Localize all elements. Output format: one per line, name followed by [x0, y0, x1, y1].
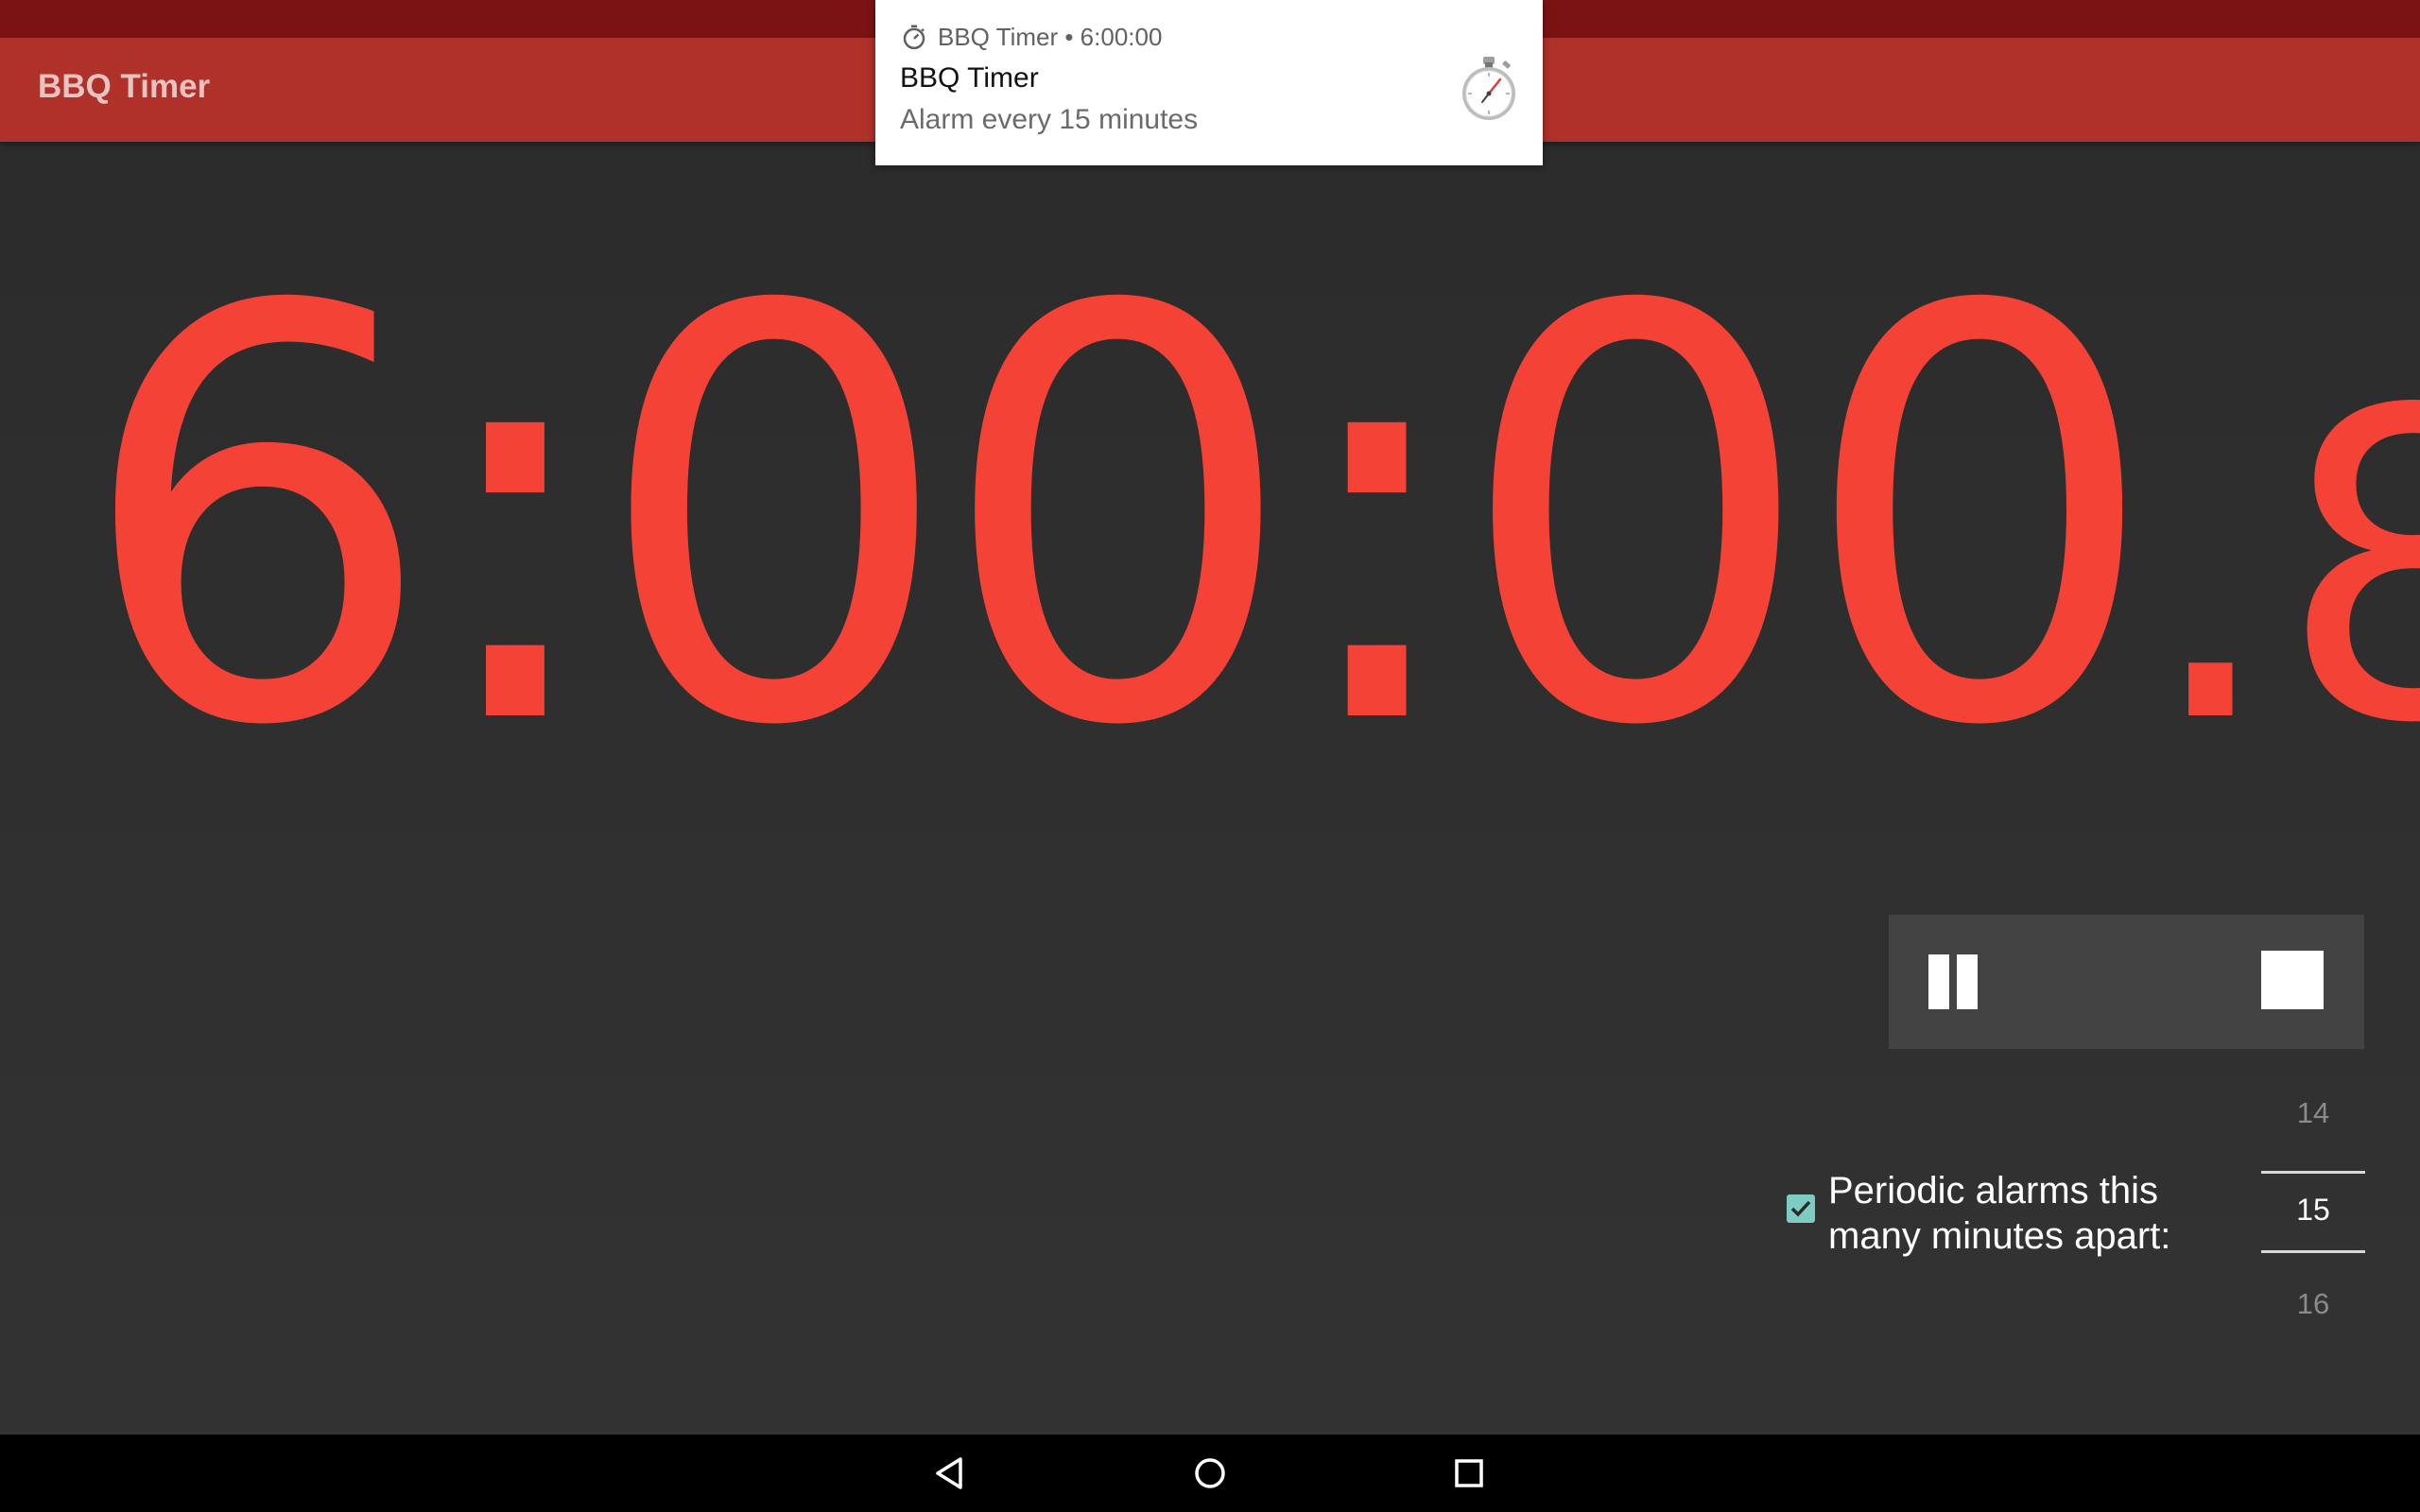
- stopwatch-large-icon: [1462, 57, 1515, 120]
- home-button[interactable]: [1190, 1453, 1230, 1493]
- notification-header: BBQ Timer • 6:00:00: [900, 21, 1162, 53]
- picker-current-value[interactable]: 15: [2261, 1193, 2365, 1228]
- timer-main-digits: 6:00:00: [76, 189, 2160, 850]
- notification-header-text: BBQ Timer • 6:00:00: [938, 22, 1163, 51]
- periodic-alarm-label: Periodic alarms this many minutes apart:: [1828, 1170, 2171, 1257]
- notification-title: BBQ Timer: [900, 62, 1039, 94]
- home-icon: [1195, 1458, 1225, 1488]
- stopwatch-icon: [903, 25, 925, 50]
- picker-divider-top: [2261, 1171, 2365, 1174]
- picker-previous-value[interactable]: 14: [2261, 1096, 2365, 1130]
- recents-icon: [1455, 1459, 1483, 1487]
- periodic-alarm-checkbox[interactable]: [1787, 1194, 1815, 1223]
- stop-button[interactable]: [2257, 943, 2333, 1019]
- stop-icon: [2261, 951, 2324, 1009]
- notification-text: Alarm every 15 minutes: [900, 104, 1199, 135]
- timer-controls: [1889, 915, 2364, 1049]
- checkmark-icon: [1790, 1200, 1811, 1217]
- picker-next-value[interactable]: 16: [2261, 1287, 2365, 1321]
- timer-tenths-digit: .8: [2143, 321, 2420, 816]
- pause-button[interactable]: [1917, 943, 1993, 1019]
- picker-divider-bottom: [2261, 1250, 2365, 1253]
- periodic-alarm-row: Periodic alarms this many minutes apart:: [1787, 1168, 2225, 1259]
- back-icon: [936, 1457, 962, 1489]
- notification[interactable]: BBQ Timer • 6:00:00 BBQ Timer Alarm ever…: [875, 0, 1543, 165]
- screen: BBQ Timer BBQ Timer • 6:00:00 BBQ Timer …: [0, 0, 2420, 1512]
- minutes-number-picker[interactable]: 14 15 16: [2261, 1087, 2365, 1323]
- timer-display: 6:00:00 .8: [76, 217, 2420, 822]
- navigation-bar: [0, 1435, 2420, 1512]
- pause-icon: [1928, 954, 1978, 1009]
- recents-button[interactable]: [1449, 1453, 1489, 1493]
- back-button[interactable]: [930, 1453, 970, 1493]
- app-title: BBQ Timer: [38, 68, 211, 105]
